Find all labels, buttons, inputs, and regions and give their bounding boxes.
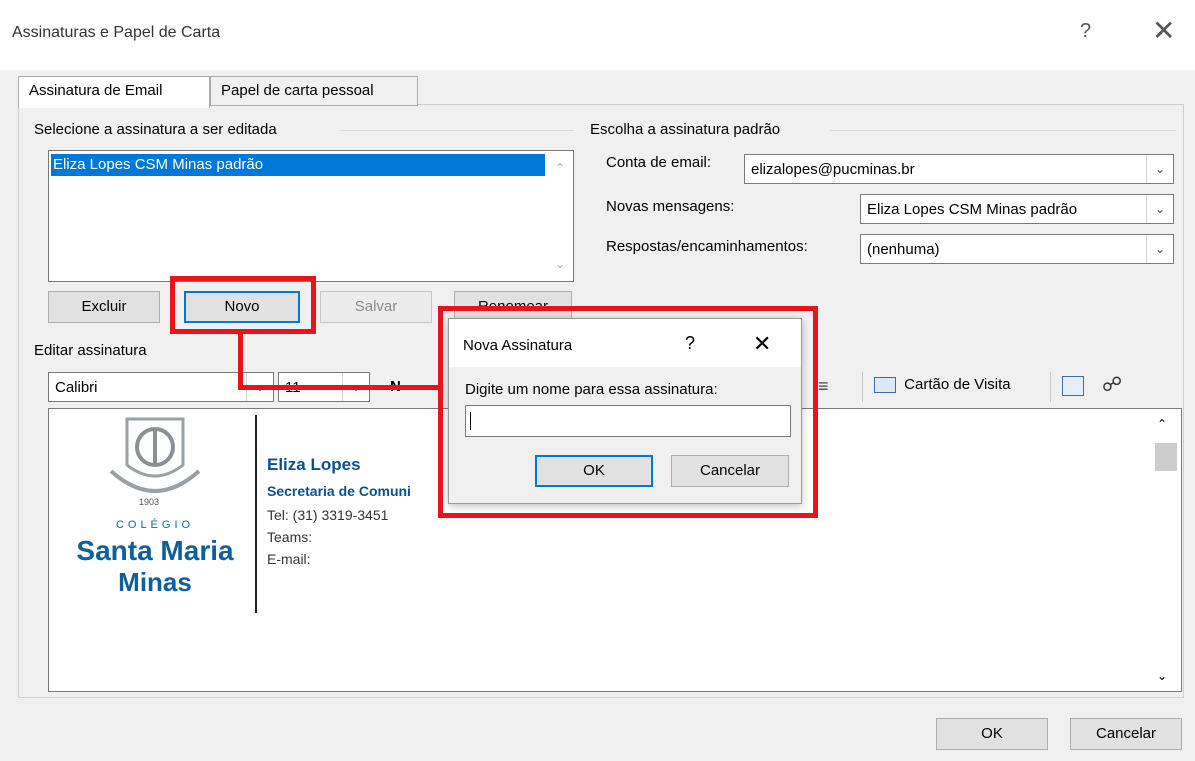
signature-tel: Tel: (31) 3319-3451 [267, 507, 389, 523]
list-scrollbar[interactable]: ⌃ ⌄ [547, 151, 573, 281]
account-combo[interactable]: elizalopes@pucminas.br ⌄ [744, 154, 1174, 184]
default-signature-label: Escolha a assinatura padrão [590, 121, 787, 138]
help-button[interactable]: ? [1080, 20, 1091, 43]
business-card-button[interactable]: Cartão de Visita [874, 376, 1011, 394]
hyperlink-icon[interactable]: ☍ [1102, 372, 1122, 397]
tab-email-signature[interactable]: Assinatura de Email [18, 76, 210, 108]
group-divider [340, 130, 574, 131]
tab-personal-stationery[interactable]: Papel de carta pessoal [210, 76, 418, 106]
list-item[interactable]: Eliza Lopes CSM Minas padrão [51, 154, 545, 176]
chevron-down-icon: ⌄ [555, 257, 566, 271]
toolbar-divider [1050, 372, 1051, 402]
account-label: Conta de email: [606, 154, 712, 171]
highlight-new-button [170, 276, 316, 334]
highlight-connector [238, 385, 442, 390]
chevron-down-icon[interactable]: ⌄ [1146, 195, 1173, 223]
font-value: Calibri [55, 379, 98, 396]
chevron-down-icon[interactable]: ⌄ [1157, 669, 1167, 683]
school-logo: 1903 COLÉGIO Santa Maria Minas [59, 415, 251, 605]
tab-label: Assinatura de Email [29, 82, 163, 99]
align-right-icon[interactable]: ≡ [818, 376, 829, 397]
scroll-thumb[interactable] [1155, 443, 1177, 471]
replies-combo[interactable]: (nenhuma) ⌄ [860, 234, 1174, 264]
highlight-connector [238, 330, 243, 390]
toolbar-divider [862, 372, 863, 402]
select-signature-label: Selecione a assinatura a ser editada [34, 121, 283, 138]
chevron-up-icon: ⌃ [555, 161, 566, 175]
delete-button[interactable]: Excluir [48, 291, 160, 323]
chevron-up-icon[interactable]: ⌃ [1157, 417, 1167, 431]
signature-divider [255, 415, 257, 613]
new-messages-label: Novas mensagens: [606, 198, 735, 215]
replies-value: (nenhuma) [867, 241, 940, 258]
logo-year: 1903 [139, 497, 160, 507]
replies-label: Respostas/encaminhamentos: [606, 238, 808, 255]
edit-signature-label: Editar assinatura [34, 342, 153, 359]
signature-name: Eliza Lopes [267, 455, 361, 474]
logo-small-text: COLÉGIO [115, 519, 195, 531]
account-value: elizalopes@pucminas.br [751, 161, 915, 178]
new-messages-combo[interactable]: Eliza Lopes CSM Minas padrão ⌄ [860, 194, 1174, 224]
logo-line2: Minas [118, 567, 192, 597]
close-button[interactable]: ✕ [1152, 14, 1175, 47]
business-card-icon [874, 377, 896, 394]
signature-email: E-mail: [267, 551, 311, 567]
chevron-down-icon[interactable]: ⌄ [1146, 235, 1173, 263]
group-divider [830, 130, 1176, 131]
business-card-label: Cartão de Visita [904, 376, 1011, 393]
insert-picture-icon[interactable] [1062, 376, 1084, 396]
chevron-down-icon[interactable]: ⌄ [1146, 155, 1173, 183]
editor-scrollbar[interactable]: ⌃ ⌄ [1147, 409, 1181, 691]
cancel-button[interactable]: Cancelar [1070, 718, 1182, 750]
save-button[interactable]: Salvar [320, 291, 432, 323]
signature-dept: Secretaria de Comuni [267, 483, 411, 499]
tab-label: Papel de carta pessoal [221, 82, 374, 99]
new-messages-value: Eliza Lopes CSM Minas padrão [867, 201, 1078, 218]
signature-list[interactable]: Eliza Lopes CSM Minas padrão ⌃ ⌄ [48, 150, 574, 282]
logo-line1: Santa Maria [76, 535, 234, 566]
highlight-dialog [438, 306, 818, 518]
window-title: Assinaturas e Papel de Carta [12, 24, 221, 41]
ok-button[interactable]: OK [936, 718, 1048, 750]
signature-teams: Teams: [267, 529, 313, 545]
